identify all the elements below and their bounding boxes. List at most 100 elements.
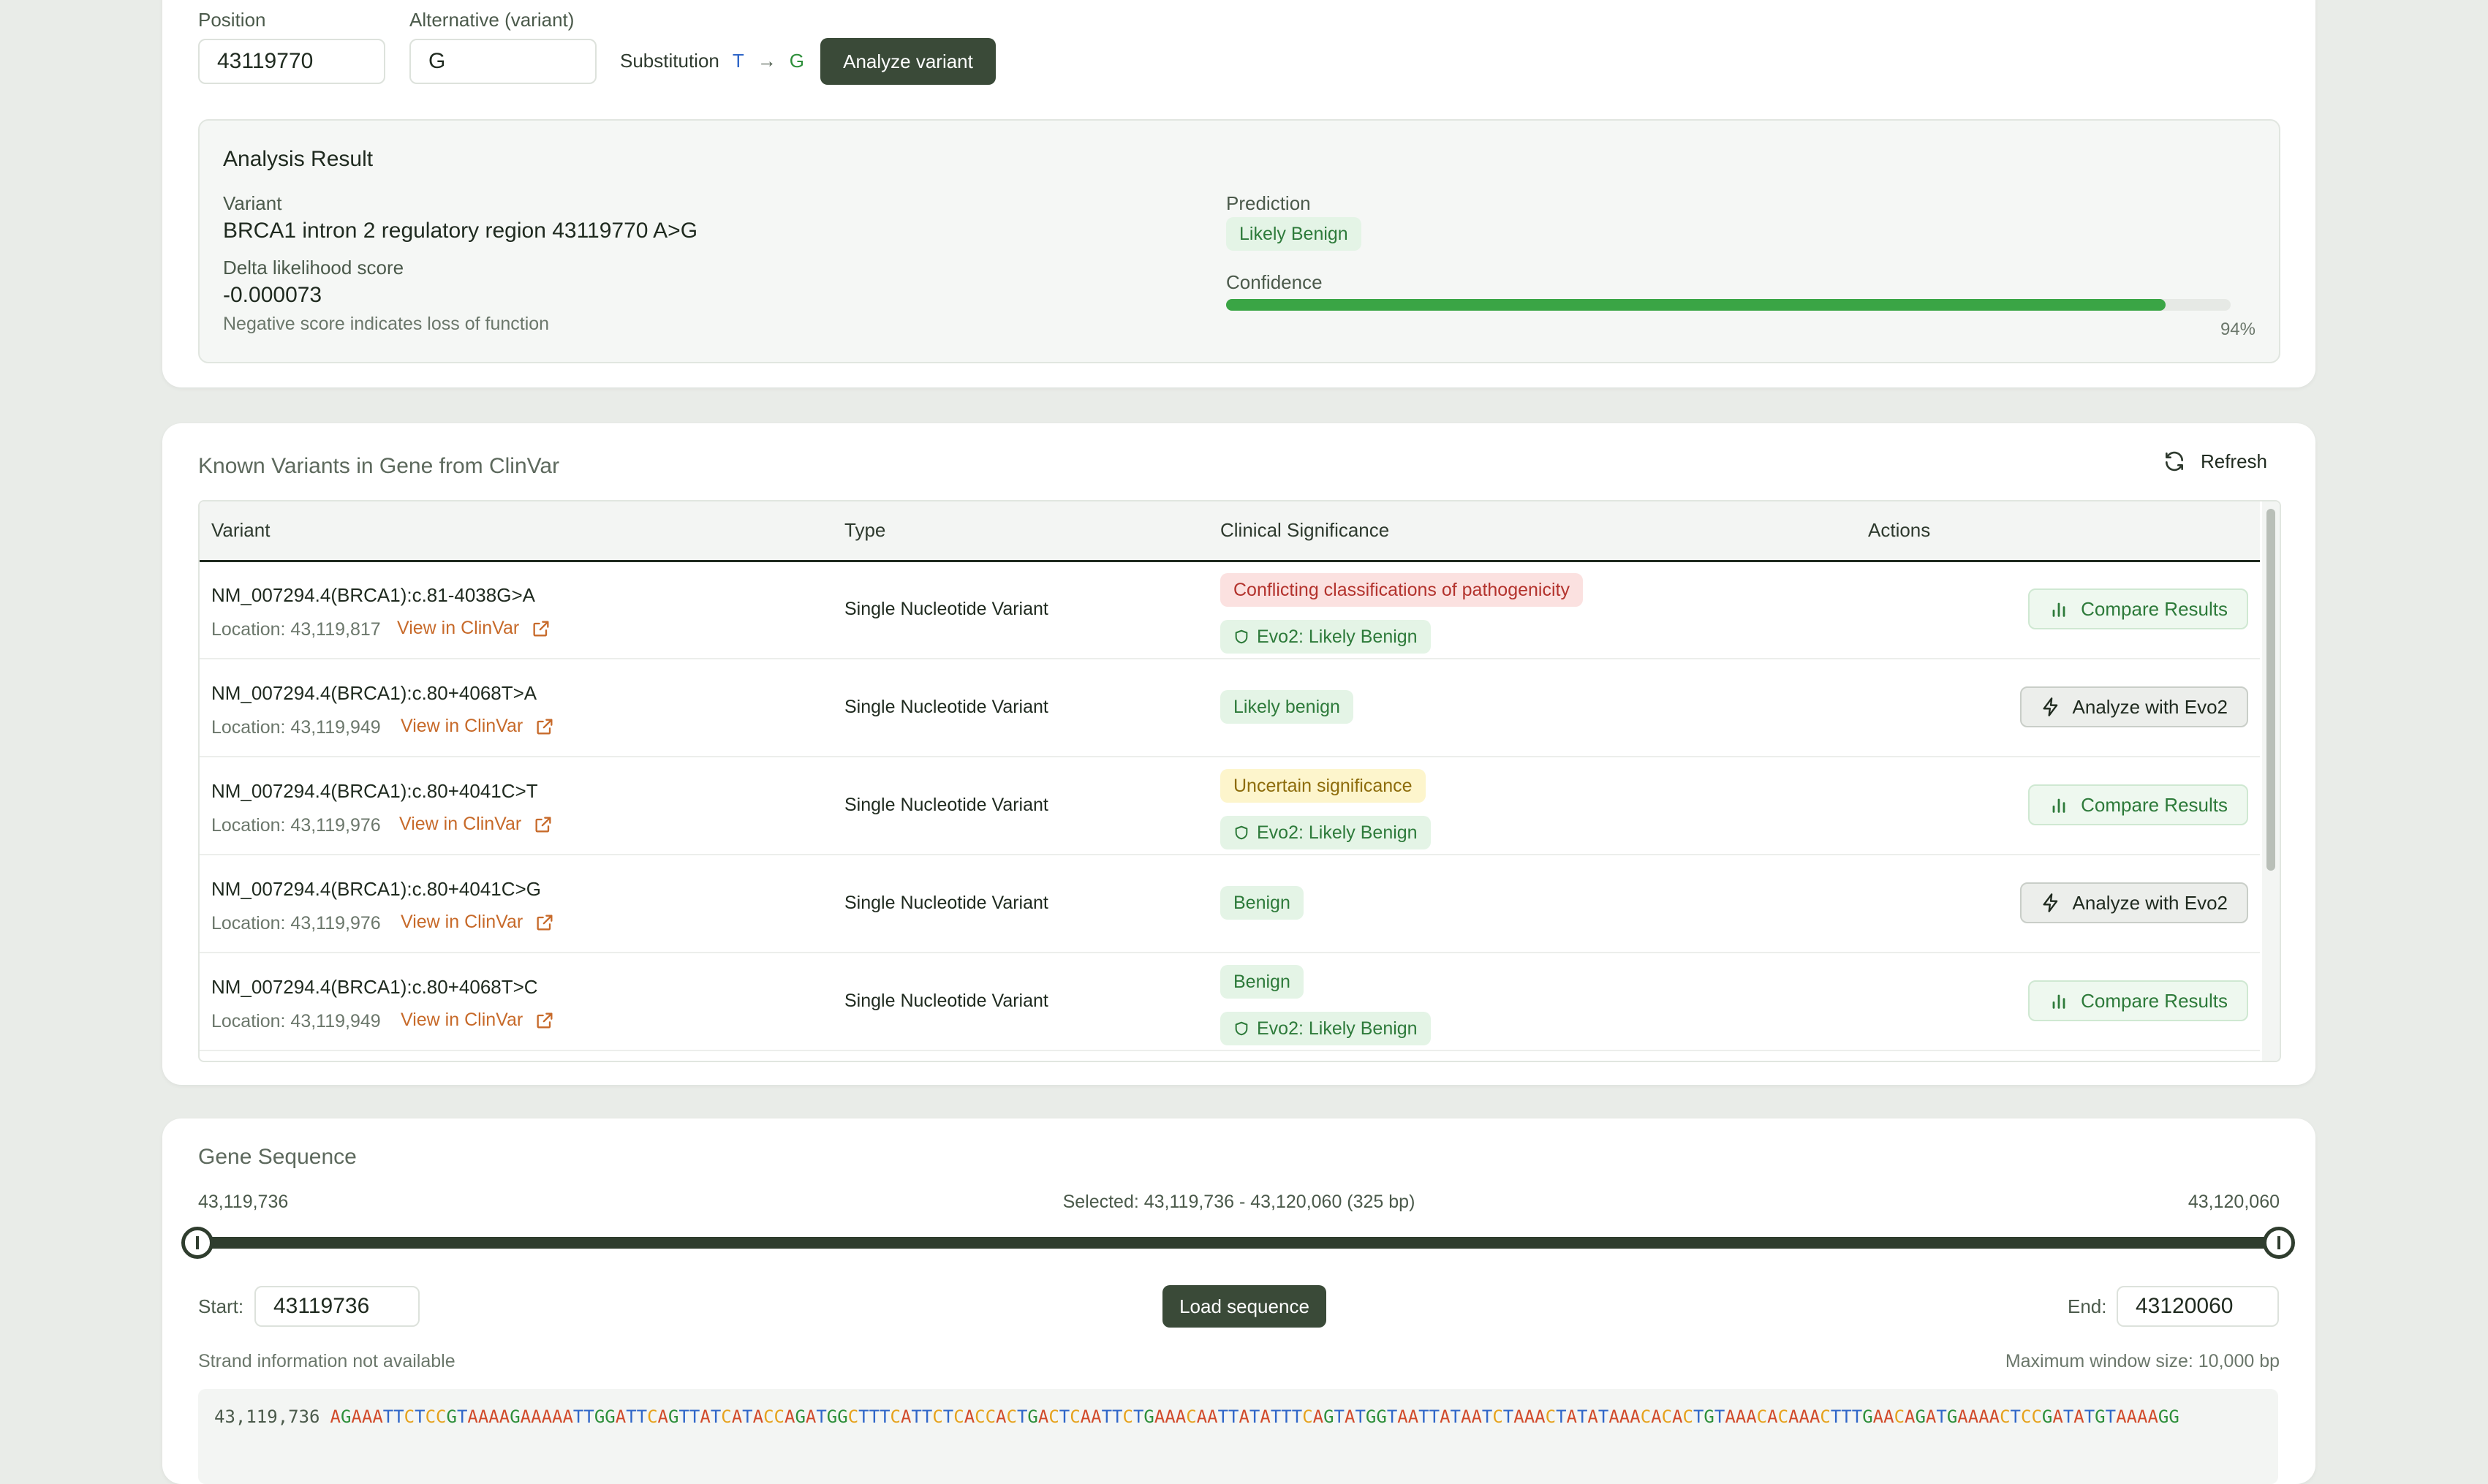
variant-name: NM_007294.4(BRCA1):c.80+4041C>T xyxy=(211,780,538,802)
lightning-icon xyxy=(2043,893,2057,912)
col-type: Type xyxy=(844,519,886,541)
table-row: NM_007294.4(BRCA1):c.80+4068T>C Location:… xyxy=(200,952,2260,1051)
bar-chart-icon xyxy=(2052,994,2065,1009)
clinical-significance-badge: Conflicting classifications of pathogeni… xyxy=(1220,573,1583,607)
table-row: NM_007294.4(BRCA1):c.80+4041C>T Location:… xyxy=(200,756,2260,855)
view-in-clinvar-label: View in ClinVar xyxy=(401,716,523,736)
range-end-label: 43,120,060 xyxy=(2188,1192,2280,1212)
external-link-icon xyxy=(537,719,553,734)
load-sequence-button[interactable]: Load sequence xyxy=(1162,1285,1326,1328)
delta-value: -0.000073 xyxy=(223,283,322,307)
view-in-clinvar-link[interactable]: View in ClinVar xyxy=(401,716,555,737)
variant-location: Location: 43,119,949 xyxy=(211,1011,381,1031)
clinical-significance-badge: Benign xyxy=(1220,965,1304,999)
confidence-bar-fill xyxy=(1226,299,2166,311)
evo2-prediction-label: Evo2: Likely Benign xyxy=(1257,626,1418,647)
variant-analysis-card: Position 43119770 Alternative (variant) … xyxy=(162,0,2315,387)
analyze-with-evo2-label: Analyze with Evo2 xyxy=(2072,695,2228,718)
view-in-clinvar-link[interactable]: View in ClinVar xyxy=(401,1010,555,1031)
selected-range: Selected: 43,119,736 - 43,120,060 (325 b… xyxy=(1062,1192,1415,1212)
analysis-result-panel: Analysis Result Variant BRCA1 intron 2 r… xyxy=(198,119,2280,363)
table-scrollbar-thumb[interactable] xyxy=(2266,509,2275,871)
prediction-badge: Likely Benign xyxy=(1226,217,1361,251)
sequence-position: 43,119,736 xyxy=(214,1407,320,1427)
variant-value: BRCA1 intron 2 regulatory region 4311977… xyxy=(223,219,698,243)
variant-location: Location: 43,119,976 xyxy=(211,913,381,934)
bar-chart-icon xyxy=(2052,798,2065,813)
table-row: NM_007294.4(BRCA1):c.80+4041C>G Location:… xyxy=(200,854,2260,953)
variant-name: NM_007294.4(BRCA1):c.80+4068T>A xyxy=(211,682,537,704)
table-header: Variant Type Clinical Significance Actio… xyxy=(200,501,2260,562)
handle-grip-icon xyxy=(2277,1236,2280,1249)
start-input[interactable]: 43119736 xyxy=(254,1286,420,1327)
gene-sequence-card: Gene Sequence 43,119,736 Selected: 43,11… xyxy=(162,1118,2315,1484)
compare-results-label: Compare Results xyxy=(2081,989,2228,1012)
analyze-with-evo2-button[interactable]: Analyze with Evo2 xyxy=(2019,882,2248,923)
delta-label: Delta likelihood score xyxy=(223,257,404,279)
range-slider-start-handle[interactable] xyxy=(181,1227,213,1259)
range-slider-track[interactable] xyxy=(198,1237,2278,1249)
end-label: End: xyxy=(2068,1295,2107,1317)
view-in-clinvar-label: View in ClinVar xyxy=(401,912,523,932)
compare-results-label: Compare Results xyxy=(2081,793,2228,816)
compare-results-button[interactable]: Compare Results xyxy=(2028,784,2248,825)
strand-note: Strand information not available xyxy=(198,1351,455,1371)
sequence-line: 43,119,736 AGAAATTCTCCGTAAAAGAAAAATTGGATT… xyxy=(214,1407,2179,1427)
substitution-display: Substitution T → G xyxy=(620,50,804,72)
view-in-clinvar-label: View in ClinVar xyxy=(401,1010,523,1030)
sequence-title: Gene Sequence xyxy=(198,1145,357,1169)
variant-location: Location: 43,119,949 xyxy=(211,717,381,738)
evo2-prediction-badge: Evo2: Likely Benign xyxy=(1220,1012,1431,1045)
clinvar-title: Known Variants in Gene from ClinVar xyxy=(198,454,560,478)
variant-type: Single Nucleotide Variant xyxy=(844,697,1048,717)
clinical-significance-badge: Benign xyxy=(1220,886,1304,920)
confidence-percent: 94% xyxy=(2220,319,2256,339)
refresh-icon xyxy=(2165,451,2183,472)
evo2-prediction-badge: Evo2: Likely Benign xyxy=(1220,816,1431,849)
range-slider-end-handle[interactable] xyxy=(2263,1227,2295,1259)
shield-icon xyxy=(1235,825,1248,840)
analyze-with-evo2-button[interactable]: Analyze with Evo2 xyxy=(2019,686,2248,727)
evo2-prediction-label: Evo2: Likely Benign xyxy=(1257,1018,1418,1039)
prediction-label: Prediction xyxy=(1226,192,1311,214)
end-input[interactable]: 43120060 xyxy=(2117,1286,2279,1327)
sub-alt-base: G xyxy=(789,50,804,72)
shield-icon xyxy=(1235,629,1248,644)
variant-type: Single Nucleotide Variant xyxy=(844,795,1048,815)
external-link-icon xyxy=(537,1012,553,1028)
clinical-significance-badge: Uncertain significance xyxy=(1220,769,1426,803)
external-link-icon xyxy=(535,817,551,832)
clinical-significance-badge: Likely benign xyxy=(1220,690,1353,724)
variant-label: Variant xyxy=(223,192,282,214)
position-input[interactable]: 43119770 xyxy=(198,39,385,84)
handle-grip-icon xyxy=(196,1236,199,1249)
analyze-with-evo2-label: Analyze with Evo2 xyxy=(2072,891,2228,914)
result-title: Analysis Result xyxy=(223,147,374,171)
view-in-clinvar-link[interactable]: View in ClinVar xyxy=(397,618,551,639)
view-in-clinvar-link[interactable]: View in ClinVar xyxy=(399,814,553,835)
variant-location: Location: 43,119,817 xyxy=(211,619,381,640)
evo2-prediction-label: Evo2: Likely Benign xyxy=(1257,822,1418,843)
col-actions: Actions xyxy=(1868,519,1931,541)
evo2-prediction-badge: Evo2: Likely Benign xyxy=(1220,620,1431,654)
variant-type: Single Nucleotide Variant xyxy=(844,599,1048,619)
alt-input[interactable]: G xyxy=(409,39,597,84)
table-scrollbar[interactable] xyxy=(2262,501,2280,1061)
sub-arrow: → xyxy=(757,50,776,72)
start-label: Start: xyxy=(198,1295,244,1317)
variant-name: NM_007294.4(BRCA1):c.81-4038G>A xyxy=(211,584,535,606)
external-link-icon xyxy=(533,621,549,636)
analyze-variant-button[interactable]: Analyze variant xyxy=(820,38,996,85)
variant-location: Location: 43,119,976 xyxy=(211,815,381,836)
refresh-button[interactable]: Refresh xyxy=(2163,450,2267,473)
compare-results-button[interactable]: Compare Results xyxy=(2028,588,2248,629)
clinvar-card: Known Variants in Gene from ClinVar Refr… xyxy=(162,423,2315,1085)
position-label: Position xyxy=(198,9,266,31)
substitution-label: Substitution xyxy=(620,50,719,72)
table-row: NM_007294.4(BRCA1):c.80+4068T>A Location:… xyxy=(200,658,2260,757)
confidence-bar xyxy=(1226,299,2231,311)
compare-results-button[interactable]: Compare Results xyxy=(2028,980,2248,1021)
view-in-clinvar-label: View in ClinVar xyxy=(399,814,522,834)
view-in-clinvar-link[interactable]: View in ClinVar xyxy=(401,912,555,933)
bar-chart-icon xyxy=(2052,602,2065,617)
